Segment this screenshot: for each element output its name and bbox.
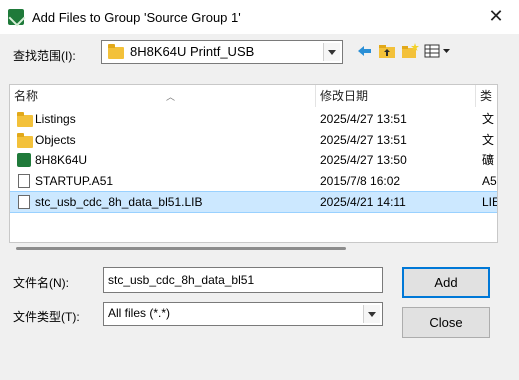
close-button[interactable]: Close (402, 307, 490, 338)
lookin-value: 8H8K64U Printf_USB (130, 44, 255, 59)
item-date: 2025/4/27 13:50 (320, 153, 407, 167)
view-menu-icon[interactable] (424, 42, 452, 60)
item-date: 2015/7/8 16:02 (320, 174, 401, 188)
list-item-selected[interactable]: stc_usb_cdc_8h_data_bl51.LIB 2025/4/21 1… (10, 191, 497, 213)
filename-label: 文件名(N): (13, 276, 69, 290)
item-name: Objects (35, 133, 76, 147)
folder-icon (17, 112, 33, 127)
back-icon[interactable] (356, 42, 374, 60)
add-button[interactable]: Add (402, 267, 490, 298)
column-header-type[interactable]: 类 (476, 85, 497, 107)
chevron-down-icon[interactable] (323, 43, 340, 61)
file-list[interactable]: 名称 ︿ 修改日期 类 Listings 2025/4/27 13:51 文 O… (9, 84, 498, 243)
column-header-name[interactable]: 名称 ︿ (10, 85, 316, 107)
sort-ascending-icon: ︿ (166, 92, 176, 102)
project-icon (17, 153, 31, 167)
up-folder-icon[interactable] (378, 42, 396, 60)
item-date: 2025/4/27 13:51 (320, 133, 407, 147)
item-type: A5 (482, 174, 497, 188)
new-folder-icon[interactable] (401, 42, 419, 60)
horizontal-scrollbar[interactable] (16, 247, 346, 250)
chevron-down-icon[interactable] (363, 305, 380, 323)
item-type: 文 (482, 133, 495, 147)
filetype-label: 文件类型(T): (13, 310, 80, 324)
column-header-date[interactable]: 修改日期 (316, 85, 476, 107)
title-bar: Add Files to Group 'Source Group 1' ✕ (0, 0, 519, 34)
close-icon[interactable]: ✕ (487, 7, 505, 25)
item-type: 礦 (482, 153, 495, 167)
filename-input[interactable]: stc_usb_cdc_8h_data_bl51 (103, 267, 383, 293)
item-type: LIE (482, 195, 497, 209)
list-item[interactable]: Listings 2025/4/27 13:51 文 (10, 109, 497, 129)
app-icon (8, 9, 24, 25)
item-name: stc_usb_cdc_8h_data_bl51.LIB (35, 195, 203, 209)
folder-icon (17, 133, 33, 148)
file-icon (18, 174, 30, 188)
folder-icon (108, 44, 124, 59)
item-name: STARTUP.A51 (35, 174, 114, 188)
item-date: 2025/4/27 13:51 (320, 112, 407, 126)
list-item[interactable]: Objects 2025/4/27 13:51 文 (10, 130, 497, 150)
file-icon (18, 195, 30, 209)
item-date: 2025/4/21 14:11 (320, 195, 406, 209)
lookin-label: 查找范围(I): (13, 49, 76, 63)
filetype-value: All files (*.*) (108, 306, 171, 320)
window-title: Add Files to Group 'Source Group 1' (32, 10, 241, 25)
item-name: Listings (35, 112, 76, 126)
filetype-select[interactable]: All files (*.*) (103, 302, 383, 326)
lookin-combo[interactable]: 8H8K64U Printf_USB (101, 40, 343, 64)
list-item[interactable]: STARTUP.A51 2015/7/8 16:02 A5 (10, 171, 497, 191)
item-name: 8H8K64U (35, 153, 88, 167)
item-type: 文 (482, 112, 495, 126)
list-item[interactable]: 8H8K64U 2025/4/27 13:50 礦 (10, 150, 497, 170)
